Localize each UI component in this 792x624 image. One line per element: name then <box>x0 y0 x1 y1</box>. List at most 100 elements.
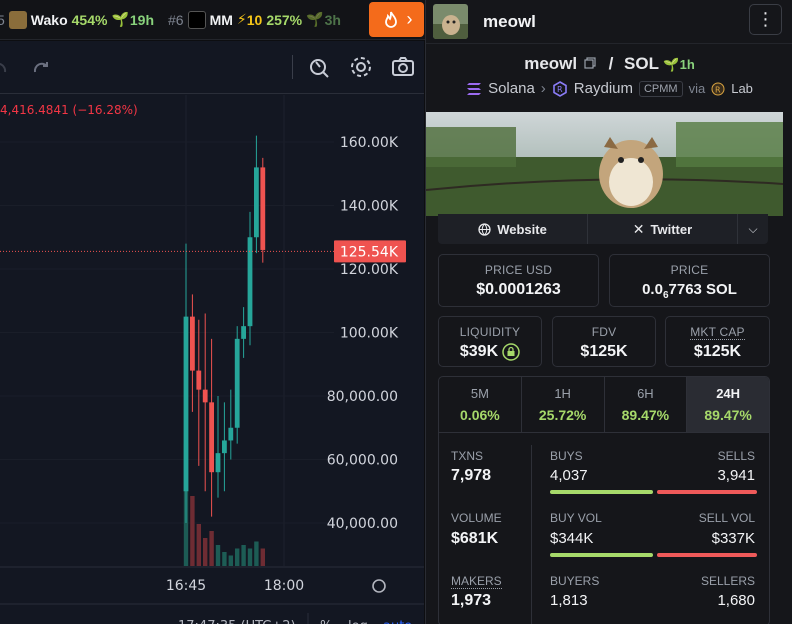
lab-icon: R <box>711 82 725 95</box>
ticker-boost: 10 <box>246 11 263 28</box>
tab-5m[interactable]: 5M 0.06% <box>439 377 522 432</box>
trending-ticker: 5 Wako 454% 🌱 19h #6 MM ⚡ 10 257% 🌱 3h <box>0 0 425 40</box>
svg-text:R: R <box>715 85 721 94</box>
y-axis-tick-label: 40,000.00 <box>327 516 398 532</box>
fdv-label: FDV <box>591 325 617 339</box>
candle-body <box>260 167 266 250</box>
tab-label: 24H <box>716 386 741 401</box>
price-sol-rest: 7763 SOL <box>668 281 737 298</box>
price-usd-label: PRICE USD <box>484 263 553 277</box>
sells-ratio-bar <box>656 490 757 494</box>
buy-vol-label: BUY VOL <box>550 511 602 525</box>
volume-value: $681K <box>451 530 499 547</box>
website-label: Website <box>497 221 547 237</box>
twitter-button[interactable]: ✕ Twitter <box>588 214 738 244</box>
chain-dex-row: Solana › R Raydium CPMM via R Lab <box>426 80 792 97</box>
buyers-value: 1,813 <box>550 592 588 609</box>
mkt-cap-card: MKT CAP $125K <box>665 316 770 367</box>
x-axis-tick-label: 18:00 <box>264 578 304 594</box>
ticker-symbol: Wako <box>30 11 68 28</box>
chevron-right-icon: › <box>540 80 546 97</box>
y-axis-tick-label: 80,000.00 <box>327 389 398 405</box>
x-axis-tick-label: 16:45 <box>166 578 206 594</box>
liquidity-card: LIQUIDITY $39K <box>438 316 542 367</box>
buyers-label: BUYERS <box>550 574 600 588</box>
sell-vol-label: SELL VOL <box>698 511 755 525</box>
sell-vol-value: $337K <box>711 530 755 547</box>
stats-divider <box>531 445 532 624</box>
twitter-label: Twitter <box>650 221 693 237</box>
volume-bar <box>209 531 214 566</box>
more-links-button[interactable]: ⌵ <box>738 214 768 244</box>
buy-vol-ratio-bar <box>550 553 653 557</box>
candle-body <box>183 316 189 492</box>
mkt-cap-label: MKT CAP <box>690 325 745 340</box>
pair-age: 1h <box>679 57 695 72</box>
volume-bar <box>260 548 265 566</box>
globe-icon <box>478 222 491 236</box>
price-sol-label: PRICE <box>670 263 709 277</box>
token-avatar <box>433 4 468 39</box>
pair-title: meowl / SOL 🌱1h <box>426 54 792 74</box>
txns-value: 7,978 <box>451 467 492 484</box>
candle-body <box>222 440 227 454</box>
candle-body <box>247 237 253 327</box>
chevron-down-icon: ⌵ <box>748 221 758 236</box>
candle-body <box>254 167 259 238</box>
dex-type-badge: CPMM <box>638 80 683 97</box>
volume-bar <box>228 555 233 566</box>
y-axis-tick-label: 60,000.00 <box>327 453 398 469</box>
fdv-value: $125K <box>580 343 628 360</box>
fdv-card: FDV $125K <box>552 316 656 367</box>
footer-percent-toggle: % <box>320 619 332 624</box>
price-chart[interactable]: 160.00K 140.00K 120.00K 100.00K 80,000.00 60,… <box>0 41 424 624</box>
liquidity-amount: $39K <box>459 343 499 360</box>
ticker-pct: 257% <box>266 11 303 28</box>
candlestick-plot[interactable]: 160.00K 140.00K 120.00K 100.00K 80,000.00 60,… <box>0 41 424 624</box>
tab-change: 25.72% <box>538 407 587 423</box>
volume-bar <box>235 548 240 566</box>
tab-label: 1H <box>554 386 571 401</box>
seedling-icon: 🌱 <box>111 11 129 27</box>
axis-settings-icon <box>372 579 386 593</box>
volume-bar <box>247 548 253 566</box>
tab-24h[interactable]: 24H 89.47% <box>687 377 769 432</box>
y-axis-tick-label: 100.00K <box>340 326 399 342</box>
token-name: meowl <box>483 11 536 31</box>
ticker-item-wako[interactable]: 5 Wako 454% 🌱 19h <box>0 10 154 29</box>
trending-fire-button[interactable]: › <box>369 2 424 37</box>
tab-6h[interactable]: 6H 89.47% <box>605 377 688 432</box>
svg-text:R: R <box>557 85 563 94</box>
buys-ratio-bar <box>550 490 653 494</box>
txns-label: TXNS <box>451 449 484 463</box>
launchpad-name[interactable]: Lab <box>731 81 753 96</box>
makers-value: 1,973 <box>451 592 492 609</box>
dex-name[interactable]: Raydium <box>574 80 633 97</box>
token-banner-image <box>426 112 783 216</box>
tab-change: 89.47% <box>704 407 752 423</box>
y-axis-tick-label: 120.00K <box>340 262 399 278</box>
social-links: Website ✕ Twitter ⌵ <box>438 214 768 244</box>
ticker-rank: #6 <box>168 11 184 28</box>
panel-header: meowl ⋮ <box>426 0 792 44</box>
ticker-item-mm[interactable]: #6 MM ⚡ 10 257% 🌱 3h <box>168 10 341 29</box>
candle-body <box>215 453 221 473</box>
volume-bar <box>196 524 201 566</box>
tab-1h[interactable]: 1H 25.72% <box>522 377 605 432</box>
chain-name[interactable]: Solana <box>488 80 535 97</box>
more-menu-button[interactable]: ⋮ <box>749 4 782 35</box>
website-button[interactable]: Website <box>438 214 588 244</box>
ticker-symbol: MM <box>209 11 233 28</box>
copy-icon[interactable] <box>584 57 596 69</box>
timeframe-tabs: 5M 0.06% 1H 25.72% 6H 89.47% 24H 89.47% <box>439 377 769 433</box>
current-price-label: 125.54K <box>340 244 399 260</box>
mkt-cap-value: $125K <box>693 343 742 360</box>
lock-icon[interactable] <box>502 343 520 361</box>
token-info-panel: meowl ⋮ meowl / SOL 🌱1h Solana › R Raydi… <box>425 0 792 624</box>
footer-time: 17:47:35 (UTC+2) <box>178 619 296 624</box>
volume-bar <box>241 545 246 566</box>
pair-base: meowl <box>524 54 578 73</box>
volume-bar <box>215 545 221 566</box>
y-axis-tick-label: 140.00K <box>340 199 399 215</box>
tab-change: 89.47% <box>621 407 670 423</box>
